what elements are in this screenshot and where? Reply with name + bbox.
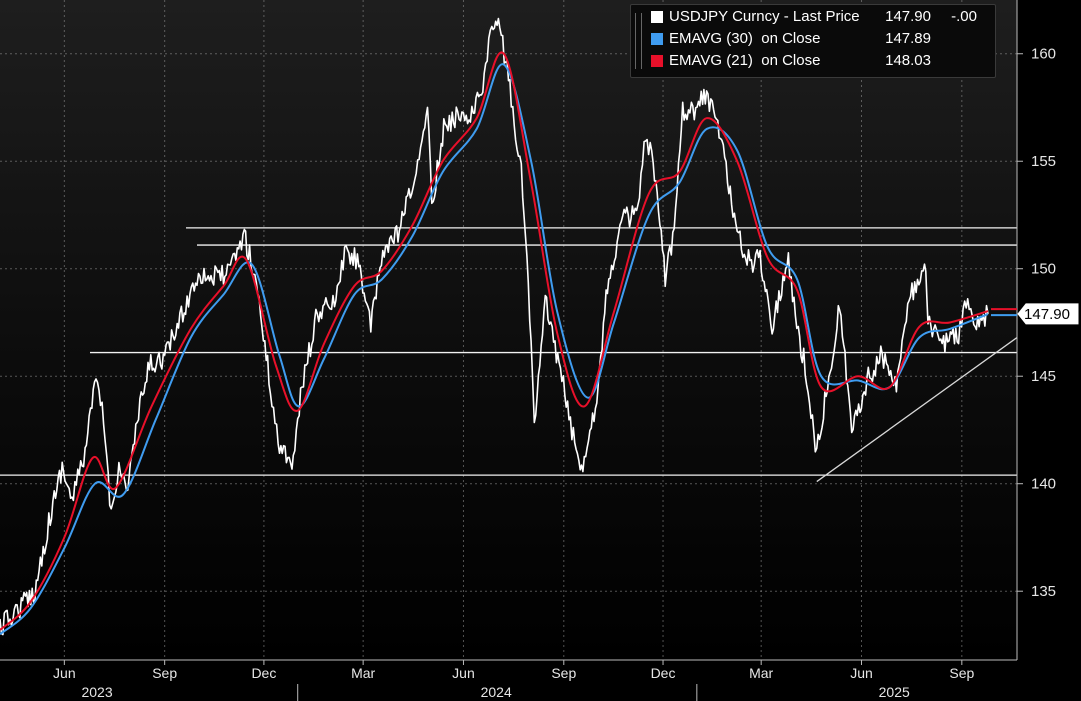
y-tick-label: 145 (1031, 368, 1056, 385)
legend-value: 147.89 (885, 30, 931, 47)
legend-value: 147.90 (885, 8, 931, 25)
legend-label: USDJPY Curncy - Last Price (669, 8, 860, 25)
x-tick-label: Jun (452, 665, 475, 681)
y-tick-label: 140 (1031, 476, 1056, 493)
x-tick-label: Sep (152, 665, 177, 681)
legend-value: 148.03 (885, 52, 931, 69)
y-tick-label: 160 (1031, 46, 1056, 63)
legend-item-ema30: EMAVG (30) on Close 147.89 (631, 29, 995, 49)
legend-label: EMAVG (30) on Close (669, 30, 821, 47)
x-tick-label: Sep (949, 665, 974, 681)
legend-swatch-red (651, 55, 663, 67)
y-tick-label: 155 (1031, 153, 1056, 170)
legend-drag-handle[interactable] (635, 13, 642, 69)
legend-label: EMAVG (21) on Close (669, 52, 821, 69)
x-tick-label: Mar (749, 665, 773, 681)
x-tick-label: Mar (351, 665, 375, 681)
legend-swatch-white (651, 11, 663, 23)
year-label: 2024 (481, 684, 512, 700)
y-tick-label: 150 (1031, 261, 1056, 278)
y-tick-label: 135 (1031, 583, 1056, 600)
x-tick-label: Jun (850, 665, 873, 681)
x-tick-label: Sep (551, 665, 576, 681)
year-label: 2023 (81, 684, 112, 700)
year-label: 2025 (879, 684, 910, 700)
legend-item-ema21: EMAVG (21) on Close 148.03 (631, 51, 995, 71)
legend-change: -.00 (951, 8, 977, 25)
price-chart: 135 140 145 150 155 160 Jun Sep Dec Mar Jun Sep Dec M… (0, 0, 1081, 701)
last-price-label: 147.90 (1024, 306, 1070, 323)
x-tick-label: Dec (651, 665, 676, 681)
x-tick-label: Dec (251, 665, 276, 681)
legend-swatch-blue (651, 33, 663, 45)
legend-item-last-price: USDJPY Curncy - Last Price 147.90 -.00 (631, 7, 995, 27)
chart-legend[interactable]: USDJPY Curncy - Last Price 147.90 -.00 E… (630, 4, 996, 78)
x-tick-label: Jun (53, 665, 76, 681)
